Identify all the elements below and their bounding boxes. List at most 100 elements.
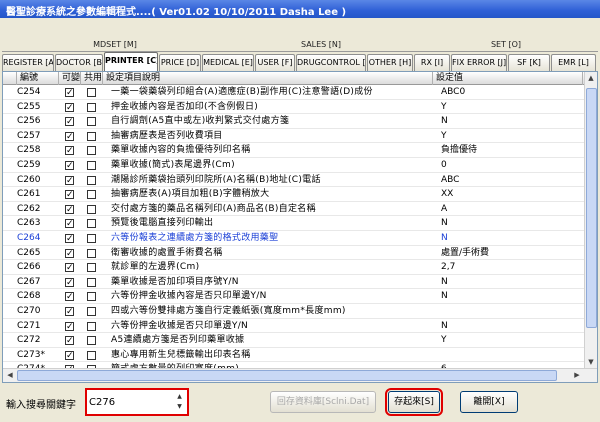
shared-checkbox[interactable] bbox=[87, 321, 96, 331]
table-row[interactable]: C270 四或六等份雙排處方箋自行定義紙張(寬度mm*長度mm) bbox=[3, 304, 597, 319]
table-row[interactable]: C265 衛審收據的處置手術費名稱 處置/手術費 bbox=[3, 246, 597, 261]
row-value[interactable]: 處置/手術費 bbox=[441, 246, 591, 260]
spin-up-icon[interactable]: ▲ bbox=[174, 392, 185, 402]
row-value[interactable]: N bbox=[441, 216, 591, 230]
row-value[interactable]: ABC0 bbox=[441, 85, 591, 99]
tab-printer[interactable]: PRINTER [C] bbox=[104, 52, 158, 72]
vertical-scrollbar[interactable]: ▲ ▼ bbox=[584, 72, 597, 368]
tab-doctor[interactable]: DOCTOR [B] bbox=[55, 54, 103, 71]
table-row[interactable]: C263 預覽後電腦直接列印輸出 N bbox=[3, 216, 597, 231]
variable-checkbox[interactable] bbox=[65, 334, 74, 347]
table-row[interactable]: C259 藥單收據(簡式)表尾邊界(Cm) 0 bbox=[3, 158, 597, 173]
scroll-left-icon[interactable]: ◀ bbox=[4, 371, 16, 379]
tab-user[interactable]: USER [F] bbox=[255, 54, 295, 71]
header-shared[interactable]: 共用 bbox=[81, 72, 103, 85]
variable-checkbox[interactable] bbox=[65, 320, 74, 333]
shared-checkbox[interactable] bbox=[87, 204, 96, 214]
row-value[interactable] bbox=[441, 304, 591, 318]
restore-database-button[interactable]: 回存資料庫[Sclni.Dat] bbox=[270, 391, 376, 413]
shared-checkbox[interactable] bbox=[87, 88, 96, 97]
table-row[interactable]: C262 交付處方箋的藥品名稱列印(A)商品名(B)自定名稱 A bbox=[3, 202, 597, 217]
shared-checkbox[interactable] bbox=[87, 146, 96, 156]
table-row[interactable]: C256 自行調劑(A5直中或左)收判繁式交付處方箋 N bbox=[3, 114, 597, 129]
save-button[interactable]: 存起來[S] bbox=[385, 388, 443, 416]
table-row[interactable]: C272 A5連續處方箋是否列印藥單收據 Y bbox=[3, 333, 597, 348]
variable-checkbox[interactable] bbox=[65, 115, 74, 128]
tab-medical[interactable]: MEDICAL [E] bbox=[202, 54, 254, 71]
shared-checkbox[interactable] bbox=[87, 292, 96, 302]
shared-checkbox[interactable] bbox=[87, 248, 96, 258]
variable-checkbox[interactable] bbox=[65, 305, 74, 318]
table-row[interactable]: C273* 惠心專用新生兒標籤輸出印表名稱 bbox=[3, 348, 597, 363]
variable-checkbox[interactable] bbox=[65, 217, 74, 230]
row-value[interactable]: N bbox=[441, 231, 591, 245]
variable-checkbox[interactable] bbox=[65, 247, 74, 260]
table-row[interactable]: C258 藥單收據內容的負擔優待列印名稱 負擔優待 bbox=[3, 143, 597, 158]
shared-checkbox[interactable] bbox=[87, 117, 96, 127]
header-variable[interactable]: 可變 bbox=[59, 72, 81, 85]
tab-fix-error[interactable]: FIX ERROR [J] bbox=[451, 54, 507, 71]
variable-checkbox[interactable] bbox=[65, 159, 74, 172]
shared-checkbox[interactable] bbox=[87, 102, 96, 112]
table-row[interactable]: C267 藥單收據是否加印項目序號Y/N N bbox=[3, 275, 597, 290]
group-set[interactable]: SET [O] bbox=[414, 38, 598, 52]
scroll-right-icon[interactable]: ▶ bbox=[571, 371, 583, 379]
shared-checkbox[interactable] bbox=[87, 190, 96, 200]
horizontal-scroll-thumb[interactable] bbox=[17, 370, 557, 381]
row-value[interactable]: Y bbox=[441, 129, 591, 143]
table-row[interactable]: C260 潮陽診所藥袋抬頭列印院所(A)名稱(B)地址(C)電話 ABC bbox=[3, 173, 597, 188]
variable-checkbox[interactable] bbox=[65, 188, 74, 201]
row-value[interactable]: Y bbox=[441, 333, 591, 347]
row-value[interactable] bbox=[441, 348, 591, 362]
table-row[interactable]: C266 就診單的左邊界(Cm) 2,7 bbox=[3, 260, 597, 275]
table-row[interactable]: C268 六等份押金收據內容是否只印單邊Y/N N bbox=[3, 289, 597, 304]
scroll-down-icon[interactable]: ▼ bbox=[585, 358, 597, 366]
shared-checkbox[interactable] bbox=[87, 263, 96, 273]
tab-emr[interactable]: EMR [L] bbox=[551, 54, 596, 71]
row-value[interactable]: 0 bbox=[441, 158, 591, 172]
exit-button[interactable]: 離開[X] bbox=[460, 391, 518, 413]
row-value[interactable]: N bbox=[441, 114, 591, 128]
search-spinner[interactable]: ▲ ▼ bbox=[174, 392, 185, 412]
shared-checkbox[interactable] bbox=[87, 219, 96, 229]
shared-checkbox[interactable] bbox=[87, 234, 96, 243]
table-row[interactable]: C271 六等份押金收據是否只印單邊Y/N N bbox=[3, 319, 597, 334]
row-value[interactable]: ABC bbox=[441, 173, 591, 187]
shared-checkbox[interactable] bbox=[87, 350, 96, 360]
row-value[interactable]: A bbox=[441, 202, 591, 216]
horizontal-scrollbar[interactable]: ◀ ▶ bbox=[3, 368, 597, 382]
row-value[interactable]: N bbox=[441, 275, 591, 289]
group-sales[interactable]: SALES [N] bbox=[228, 38, 414, 52]
table-row[interactable]: C257 抽審病歷表是否列收費項目 Y bbox=[3, 129, 597, 144]
variable-checkbox[interactable] bbox=[65, 86, 74, 99]
variable-checkbox[interactable] bbox=[65, 349, 74, 362]
row-value[interactable]: 2,7 bbox=[441, 260, 591, 274]
table-row[interactable]: C255 押金收據內容是否加印(不含例假日) Y bbox=[3, 100, 597, 115]
tab-sf[interactable]: SF [K] bbox=[508, 54, 550, 71]
table-row[interactable]: C264 六等份報表之連續處方箋的格式改用藥聖 N bbox=[3, 231, 597, 246]
header-code[interactable]: 編號 bbox=[17, 72, 59, 85]
tab-price[interactable]: PRICE [D] bbox=[159, 54, 201, 71]
search-input[interactable] bbox=[89, 392, 175, 412]
header-description[interactable]: 設定項目說明 bbox=[103, 72, 433, 85]
tab-other[interactable]: OTHER [H] bbox=[367, 54, 413, 71]
shared-checkbox[interactable] bbox=[87, 175, 96, 185]
shared-checkbox[interactable] bbox=[87, 161, 96, 170]
variable-checkbox[interactable] bbox=[65, 174, 74, 187]
spin-down-icon[interactable]: ▼ bbox=[174, 402, 185, 412]
row-value[interactable]: XX bbox=[441, 187, 591, 201]
row-value[interactable]: 負擔優待 bbox=[441, 143, 591, 157]
tab-drugcontrol[interactable]: DRUGCONTROL [G] bbox=[296, 54, 366, 71]
group-mdset[interactable]: MDSET [M] bbox=[2, 38, 228, 52]
row-value[interactable]: N bbox=[441, 289, 591, 303]
tab-rx[interactable]: RX [I] bbox=[414, 54, 450, 71]
row-value[interactable]: N bbox=[441, 319, 591, 333]
variable-checkbox[interactable] bbox=[65, 101, 74, 114]
table-row[interactable]: C254 一藥一袋藥袋列印組合(A)適應症(B)副作用(C)注意警語(D)成份 AB… bbox=[3, 85, 597, 100]
shared-checkbox[interactable] bbox=[87, 307, 96, 316]
header-value[interactable]: 設定值 bbox=[433, 72, 583, 85]
vertical-scroll-thumb[interactable] bbox=[586, 88, 597, 328]
tab-register[interactable]: REGISTER [A] bbox=[2, 54, 54, 71]
variable-checkbox[interactable] bbox=[65, 144, 74, 157]
variable-checkbox[interactable] bbox=[65, 290, 74, 303]
